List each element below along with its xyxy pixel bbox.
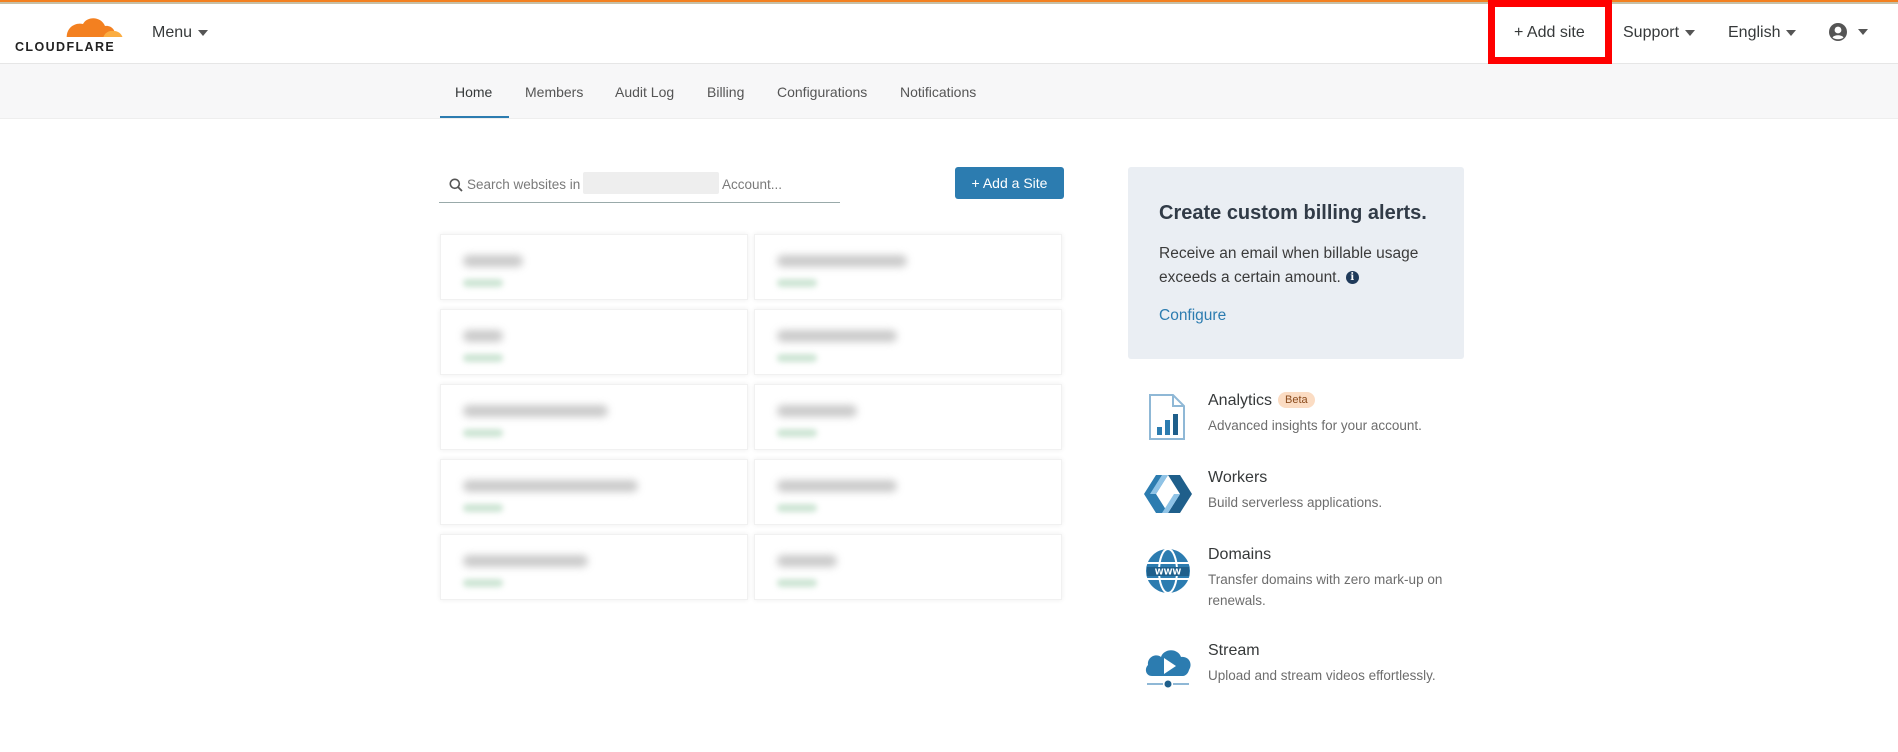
tab-billing[interactable]: Billing — [707, 84, 744, 100]
domains-icon: WWW — [1146, 548, 1190, 594]
domains-title: Domains — [1208, 546, 1272, 563]
product-description: Build serverless applications. — [1208, 495, 1383, 510]
site-card[interactable] — [440, 534, 748, 600]
top-bar: CLOUDFLARE Menu + Add site Support Engli… — [0, 4, 1898, 64]
site-card[interactable] — [754, 534, 1062, 600]
site-list — [432, 222, 1069, 602]
tab-notifications[interactable]: Notifications — [900, 84, 976, 100]
highlight-box — [1488, 0, 1612, 64]
workers-icon — [1144, 475, 1192, 513]
cloudflare-logo[interactable]: CLOUDFLARE — [15, 14, 125, 56]
support-menu[interactable]: Support — [1623, 24, 1696, 42]
configure-link[interactable]: Configure — [1159, 307, 1226, 325]
search-placeholder-prefix: Search websites in — [467, 177, 581, 192]
support-label: Support — [1623, 24, 1680, 41]
product-description: Transfer domains with zero mark-up on re… — [1208, 572, 1443, 608]
info-icon[interactable]: i — [1345, 271, 1359, 284]
chevron-down-icon — [1786, 29, 1797, 36]
product-workers[interactable]: Workers Build serverless applications. — [1143, 469, 1473, 529]
site-card[interactable] — [440, 459, 748, 525]
product-stream[interactable]: Stream Upload and stream videos effortle… — [1143, 642, 1473, 702]
analytics-title: Analytics — [1208, 392, 1273, 409]
billing-alert-body: Receive an email when billable usage exc… — [1159, 242, 1449, 290]
billing-alert-text: Receive an email when billable usage exc… — [1159, 245, 1419, 286]
product-description: Upload and stream videos effortlessly. — [1208, 668, 1436, 683]
product-description: Advanced insights for your account. — [1208, 418, 1422, 433]
menu-label: Menu — [152, 24, 193, 41]
user-avatar-icon — [1829, 23, 1847, 41]
language-menu[interactable]: English — [1728, 24, 1797, 42]
site-card[interactable] — [754, 384, 1062, 450]
workers-title: Workers — [1208, 469, 1268, 486]
chevron-down-icon — [198, 29, 209, 36]
account-tabs: Home Members Audit Log Billing Configura… — [0, 64, 1898, 119]
tab-configurations[interactable]: Configurations — [777, 84, 867, 100]
user-menu[interactable] — [1828, 22, 1868, 42]
stream-title: Stream — [1208, 642, 1260, 659]
beta-badge: Beta — [1278, 392, 1315, 408]
site-card[interactable] — [754, 309, 1062, 375]
product-domains[interactable]: WWW Domains Transfer domains with zero m… — [1143, 546, 1473, 608]
chevron-down-icon — [1858, 29, 1868, 35]
logo-wordmark: CLOUDFLARE — [15, 40, 116, 54]
menu-button[interactable]: Menu — [152, 24, 209, 42]
add-a-site-button[interactable]: + Add a Site — [955, 167, 1064, 199]
redacted-account-name — [583, 172, 719, 194]
active-tab-indicator — [440, 116, 509, 118]
site-card[interactable] — [440, 234, 748, 300]
product-analytics[interactable]: Analytics Beta Advanced insights for your… — [1143, 392, 1473, 452]
site-card[interactable] — [440, 309, 748, 375]
site-card[interactable] — [754, 459, 1062, 525]
chevron-down-icon — [1685, 29, 1696, 36]
analytics-icon — [1149, 394, 1185, 440]
tab-home[interactable]: Home — [455, 84, 492, 100]
search-icon — [449, 178, 463, 192]
language-label: English — [1728, 24, 1781, 41]
stream-icon — [1145, 650, 1191, 688]
search-input[interactable]: Search websites in Account... — [439, 168, 840, 203]
tab-audit-log[interactable]: Audit Log — [615, 84, 674, 100]
product-name: Analytics Beta — [1208, 392, 1315, 410]
search-placeholder-suffix: Account... — [722, 177, 783, 192]
billing-alert-title: Create custom billing alerts. — [1159, 202, 1427, 224]
site-card[interactable] — [754, 234, 1062, 300]
site-card[interactable] — [440, 384, 748, 450]
tab-members[interactable]: Members — [525, 84, 583, 100]
svg-text:WWW: WWW — [1155, 568, 1182, 577]
billing-alert-card: Create custom billing alerts. Receive an… — [1128, 167, 1464, 359]
